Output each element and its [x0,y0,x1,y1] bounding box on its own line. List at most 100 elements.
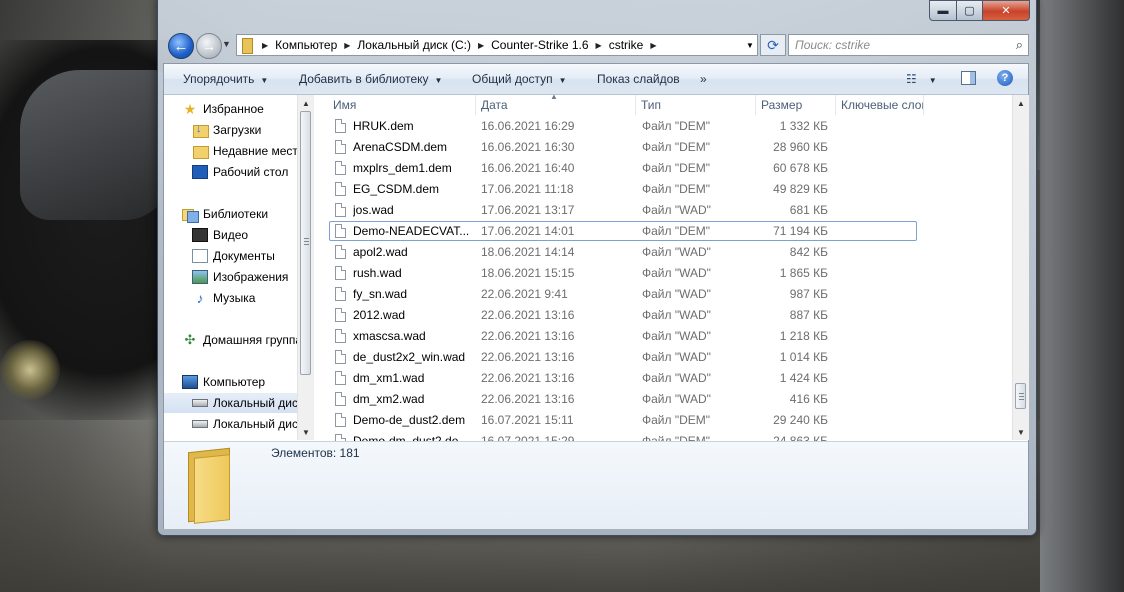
nav-recent-places[interactable]: Недавние места [192,141,304,161]
scroll-down-icon[interactable]: ▼ [298,424,314,440]
breadcrumb-separator-icon[interactable]: ▶ [258,41,272,50]
nav-downloads-label: Загрузки [213,123,262,137]
forward-button[interactable]: → [196,33,222,59]
minimize-button[interactable]: ▬ [929,0,957,21]
nav-music[interactable]: ♪ Музыка [192,288,256,308]
column-name[interactable]: Имя [328,95,476,115]
close-button[interactable]: ✕ [983,0,1030,21]
file-name: 2012.wad [353,308,406,322]
file-type: Файл "WAD" [642,308,711,322]
file-date: 18.06.2021 15:15 [481,266,575,280]
nav-documents[interactable]: Документы [192,246,275,266]
breadcrumb-computer[interactable]: Компьютер [272,35,340,55]
breadcrumb-separator-icon[interactable]: ▶ [646,41,660,50]
file-row[interactable]: de_dust2x2_win.wad 22.06.2021 13:16 Файл "… [328,347,1012,368]
more-commands-button[interactable]: » [700,72,707,86]
breadcrumb-cstrike[interactable]: cstrike [606,35,647,55]
file-size: 49 829 КБ [773,182,828,196]
search-input[interactable]: Поиск: cstrike ⌕ [788,34,1029,56]
nav-computer[interactable]: Компьютер [182,372,265,392]
back-button[interactable]: ← [168,33,194,59]
nav-documents-label: Документы [213,249,275,263]
nav-music-label: Музыка [213,291,256,305]
file-row[interactable]: Demo-de_dust2.dem 16.07.2021 15:11 Файл "D… [328,410,1012,431]
file-date: 22.06.2021 13:16 [481,371,575,385]
column-tags[interactable]: Ключевые слова [836,95,924,115]
search-icon[interactable]: ⌕ [1016,37,1023,53]
file-date: 16.07.2021 15:11 [481,413,574,427]
breadcrumb-separator-icon[interactable]: ▶ [474,41,488,50]
chevron-down-icon: ▼ [260,76,269,85]
slideshow-button[interactable]: Показ слайдов [597,72,680,86]
file-row[interactable]: fy_sn.wad 22.06.2021 9:41 Файл "WAD" 987 КБ [328,284,1012,305]
column-type[interactable]: Тип [636,95,756,115]
file-icon [335,224,346,238]
file-row[interactable]: jos.wad 17.06.2021 13:17 Файл "WAD" 681 КБ [328,200,1012,221]
nav-disk-d[interactable]: Локальный диск (D:) [192,414,314,434]
file-name: jos.wad [353,203,394,217]
nav-desktop[interactable]: Рабочий стол [192,162,288,182]
file-row[interactable]: apol2.wad 18.06.2021 14:14 Файл "WAD" 842 К… [328,242,1012,263]
file-row[interactable]: mxplrs_dem1.dem 16.06.2021 16:40 Файл "DEM… [328,158,1012,179]
organize-label: Упорядочить [183,72,255,86]
nav-homegroup-label: Домашняя группа [203,333,303,347]
share-menu[interactable]: Общий доступ ▼ [472,72,567,86]
scroll-up-icon[interactable]: ▲ [1013,95,1029,111]
address-dropdown-icon[interactable]: ▼ [743,41,757,50]
nav-homegroup[interactable]: ✣ Домашняя группа [182,330,302,350]
file-date: 17.06.2021 14:01 [481,224,575,238]
file-icon [335,308,346,322]
nav-video[interactable]: Видео [192,225,248,245]
file-type: Файл "DEM" [642,224,711,238]
organize-menu[interactable]: Упорядочить ▼ [183,72,268,86]
file-icon [335,245,346,259]
refresh-button[interactable]: ⟳ [760,34,786,56]
explorer-window: ▬ ▢ ✕ ← → ▼ ▶ Компьютер ▶ Локальный диск… [157,0,1037,536]
file-row[interactable]: dm_xm1.wad 22.06.2021 13:16 Файл "WAD" 1 42… [328,368,1012,389]
file-icon [335,140,346,154]
add-to-library-menu[interactable]: Добавить в библиотеку ▼ [299,72,442,86]
help-button[interactable]: ? [997,70,1013,86]
nav-images[interactable]: Изображения [192,267,288,287]
file-row[interactable]: rush.wad 18.06.2021 15:15 Файл "WAD" 1 865 … [328,263,1012,284]
scroll-up-icon[interactable]: ▲ [298,95,314,111]
recent-pages-dropdown-icon[interactable]: ▼ [222,39,231,49]
file-row[interactable]: EG_CSDM.dem 17.06.2021 11:18 Файл "DEM" 49 … [328,179,1012,200]
homegroup-icon: ✣ [184,332,196,347]
nav-pane-scrollbar[interactable]: ▲ ▼ [297,95,314,440]
file-name: mxplrs_dem1.dem [353,161,452,175]
file-size: 29 240 КБ [773,413,828,427]
file-size: 842 КБ [789,245,828,259]
file-name: de_dust2x2_win.wad [353,350,466,364]
scroll-down-icon[interactable]: ▼ [1013,424,1029,440]
file-row[interactable]: Demo-NEADECVAT... 17.06.2021 14:01 Файл "D… [328,221,1012,242]
breadcrumb-counter-strike[interactable]: Counter-Strike 1.6 [488,35,591,55]
breadcrumb-disk-c[interactable]: Локальный диск (C:) [354,35,474,55]
maximize-button[interactable]: ▢ [957,0,983,21]
view-options-button[interactable]: ☷ ▼ [906,72,937,86]
file-row[interactable]: xmascsa.wad 22.06.2021 13:16 Файл "WAD" 1 2… [328,326,1012,347]
file-row[interactable]: ArenaCSDM.dem 16.06.2021 16:30 Файл "DEM" 2… [328,137,1012,158]
file-type: Файл "WAD" [642,245,711,259]
column-size[interactable]: Размер [756,95,836,115]
nav-downloads[interactable]: Загрузки [192,120,261,140]
scrollbar-thumb[interactable] [300,111,311,375]
file-type: Файл "WAD" [642,287,711,301]
nav-disk-c[interactable]: Локальный диск (C:) [164,393,314,413]
nav-libraries[interactable]: Библиотеки [182,204,268,224]
grip-line [304,238,309,239]
scrollbar-thumb[interactable] [1015,383,1026,409]
breadcrumb-separator-icon[interactable]: ▶ [340,41,354,50]
preview-pane-icon[interactable] [961,71,976,85]
file-name: HRUK.dem [353,119,414,133]
folder-icon [184,447,236,524]
file-row[interactable]: 2012.wad 22.06.2021 13:16 Файл "WAD" 887 КБ [328,305,1012,326]
file-row[interactable]: dm_xm2.wad 22.06.2021 13:16 Файл "WAD" 416 … [328,389,1012,410]
file-row[interactable]: HRUK.dem 16.06.2021 16:29 Файл "DEM" 1 332 … [328,116,1012,137]
file-list-scrollbar[interactable]: ▲ ▼ [1012,95,1029,440]
documents-icon [192,249,208,263]
address-bar[interactable]: ▶ Компьютер ▶ Локальный диск (C:) ▶ Coun… [236,34,758,56]
breadcrumb-separator-icon[interactable]: ▶ [592,41,606,50]
libraries-icon [182,207,199,223]
nav-favorites[interactable]: ★ Избранное [182,99,264,119]
